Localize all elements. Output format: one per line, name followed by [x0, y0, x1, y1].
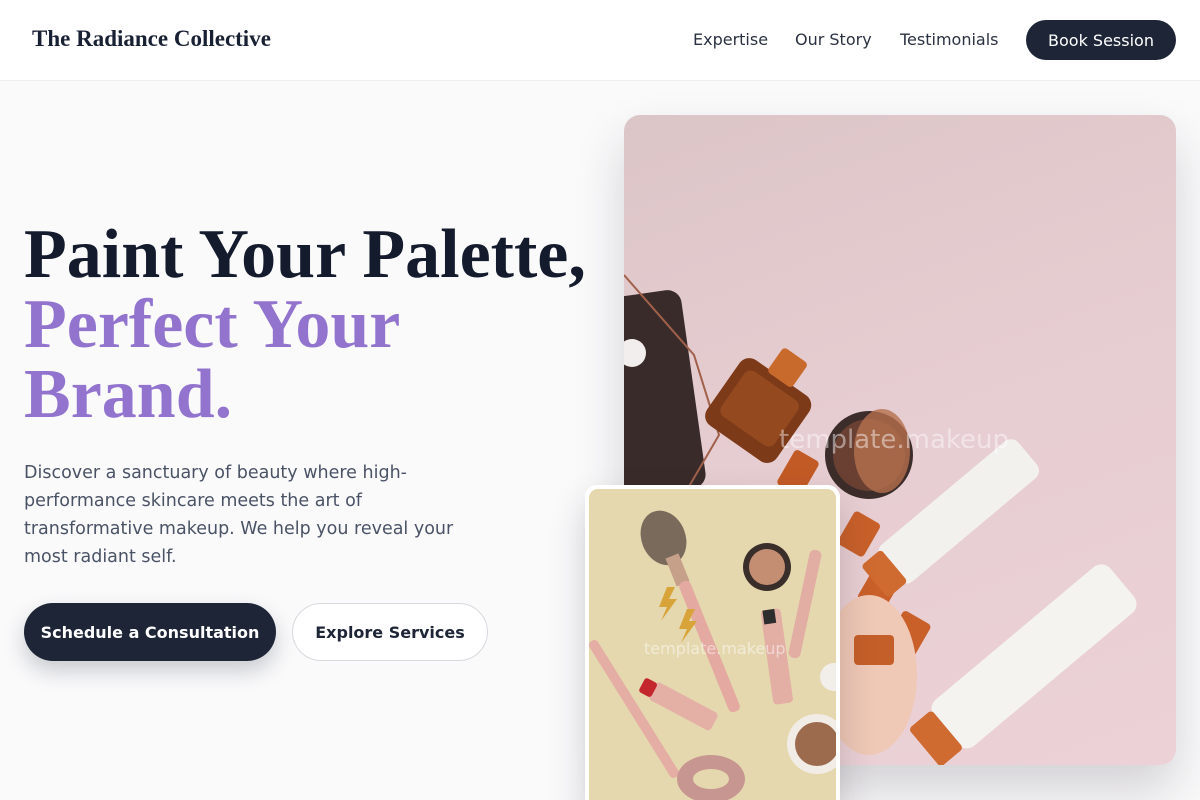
explore-services-button[interactable]: Explore Services [292, 603, 488, 661]
headline-line-2: Perfect Your [24, 286, 401, 363]
nav-link-expertise[interactable]: Expertise [693, 30, 768, 49]
hero-image-watermark: template.makeup [779, 425, 1010, 455]
inset-image-watermark: template.makeup [644, 639, 786, 658]
hero-headline: Paint Your Palette, Perfect Your Brand. [24, 220, 586, 430]
headline-line-3: Brand. [24, 356, 233, 433]
inset-image-card: template.makeup [585, 485, 840, 800]
nav-link-our-story[interactable]: Our Story [795, 30, 872, 49]
schedule-consultation-button[interactable]: Schedule a Consultation [24, 603, 276, 661]
brand-logo[interactable]: The Radiance Collective [32, 26, 271, 52]
hero-description: Discover a sanctuary of beauty where hig… [24, 463, 454, 567]
headline-line-1: Paint Your Palette, [24, 216, 586, 293]
book-session-button[interactable]: Book Session [1026, 20, 1176, 60]
site-header: The Radiance Collective Expertise Our St… [0, 0, 1200, 81]
nav-link-testimonials[interactable]: Testimonials [900, 30, 999, 49]
inset-makeup-tools-image: template.makeup [589, 489, 836, 800]
